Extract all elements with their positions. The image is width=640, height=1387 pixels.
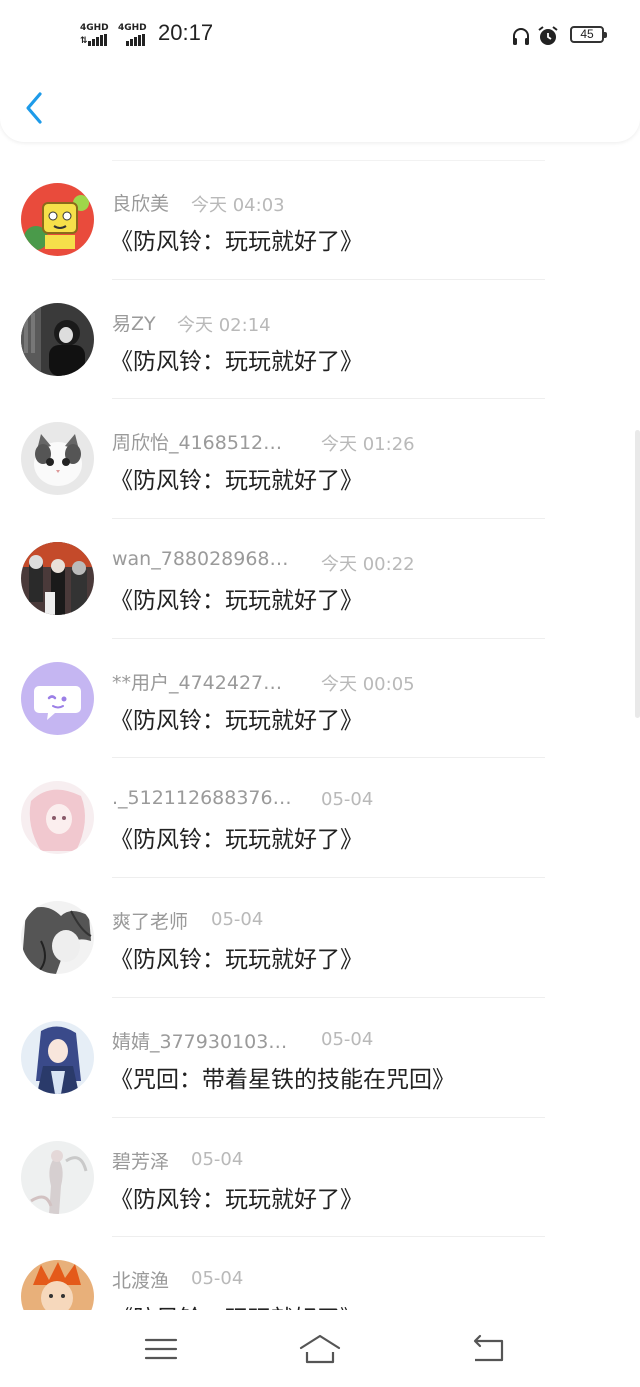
headphones-icon: [513, 28, 529, 45]
message-text: 《防风铃：玩玩就好了》: [110, 1186, 363, 1213]
timestamp: 05-04: [191, 1268, 244, 1290]
user-name: 碧芳泽: [112, 1150, 170, 1173]
avatar[interactable]: [21, 901, 94, 975]
user-name: ._512112688376…: [112, 787, 292, 810]
network-indicator-1: 4GHD ⇅: [80, 23, 109, 46]
status-bar: 4GHD ⇅ 4GHD 20:17 45: [0, 18, 640, 54]
message-text: 《防风铃：玩玩就好了》: [110, 707, 363, 734]
timestamp: 05-04: [321, 789, 374, 811]
avatar[interactable]: [21, 781, 94, 855]
record-list: 良欣美 今天 04:03 《防风铃：玩玩就好了》 易ZY 今天 02:14 《防…: [0, 160, 640, 1310]
system-navbar: [0, 1310, 640, 1387]
network-label-1: 4GHD: [80, 23, 109, 33]
message-text: 《咒回：带着星铁的技能在咒回》: [110, 1066, 455, 1093]
list-item[interactable]: wan_788028968… 今天 00:22 《防风铃：玩玩就好了》: [0, 519, 640, 639]
timestamp: 今天 01:26: [321, 434, 415, 456]
app-header: 4GHD ⇅ 4GHD 20:17 45: [0, 0, 640, 142]
user-name: 北渡渔: [112, 1270, 170, 1293]
list-item[interactable]: 易ZY 今天 02:14 《防风铃：玩玩就好了》: [0, 280, 640, 400]
user-name: 周欣怡_4168512…: [112, 432, 283, 455]
alarm-icon: [538, 26, 558, 45]
list-item[interactable]: 周欣怡_4168512… 今天 01:26 《防风铃：玩玩就好了》: [0, 399, 640, 519]
message-text: 《防风铃：玩玩就好了》: [110, 947, 363, 974]
user-name: 易ZY: [112, 312, 156, 335]
chevron-left-icon[interactable]: [22, 88, 48, 128]
avatar[interactable]: [21, 302, 94, 376]
avatar[interactable]: [21, 1140, 94, 1214]
message-text: 《防风铃：玩玩就好了》: [110, 588, 363, 615]
message-text: 《防风铃：玩玩就好了》: [110, 229, 363, 255]
timestamp: 05-04: [321, 1028, 374, 1050]
network-indicator-2: 4GHD: [118, 23, 147, 46]
back-icon[interactable]: [469, 1332, 509, 1366]
list-item[interactable]: 北渡渔 05-04 《防风铃：玩玩就好了》: [0, 1237, 640, 1310]
message-text: 《防风铃：玩玩就好了》: [110, 468, 363, 495]
avatar[interactable]: [21, 661, 94, 735]
user-name: 爽了老师: [112, 911, 189, 934]
scrollbar[interactable]: [635, 430, 640, 718]
user-name: wan_788028968…: [112, 548, 289, 571]
list-item[interactable]: 婧婧_377930103… 05-04 《咒回：带着星铁的技能在咒回》: [0, 998, 640, 1118]
list-item[interactable]: 碧芳泽 05-04 《防风铃：玩玩就好了》: [0, 1118, 640, 1238]
message-text: 《防风铃：玩玩就好了》: [110, 1299, 363, 1310]
user-name: **用户_4742427…: [112, 671, 283, 694]
message-text: 《防风铃：玩玩就好了》: [110, 348, 363, 375]
battery-icon: 45: [570, 26, 607, 43]
svg-text:⇅: ⇅: [80, 36, 88, 46]
avatar[interactable]: [21, 1020, 94, 1094]
avatar[interactable]: [21, 183, 94, 256]
timestamp: 今天 04:03: [191, 195, 285, 216]
avatar[interactable]: [21, 542, 94, 616]
signal-icon: ⇅: [80, 34, 107, 46]
timestamp: 今天 02:14: [177, 314, 271, 336]
user-name: 婧婧_377930103…: [112, 1030, 288, 1053]
list-item[interactable]: 良欣美 今天 04:03 《防风铃：玩玩就好了》: [0, 160, 640, 280]
user-name: 良欣美: [112, 193, 170, 215]
signal-icon: [126, 34, 145, 46]
list-item[interactable]: 爽了老师 05-04 《防风铃：玩玩就好了》: [0, 878, 640, 998]
avatar[interactable]: [21, 422, 94, 496]
menu-icon[interactable]: [141, 1332, 181, 1366]
clock: 20:17: [158, 20, 214, 45]
list-item[interactable]: **用户_4742427… 今天 00:05 《防风铃：玩玩就好了》: [0, 639, 640, 759]
avatar[interactable]: [21, 1260, 94, 1310]
list-item[interactable]: ._512112688376… 05-04 《防风铃：玩玩就好了》: [0, 758, 640, 878]
timestamp: 05-04: [211, 909, 264, 931]
home-icon[interactable]: [298, 1332, 342, 1366]
timestamp: 05-04: [191, 1148, 244, 1170]
network-label-2: 4GHD: [118, 23, 147, 33]
timestamp: 今天 00:22: [321, 554, 415, 576]
message-text: 《防风铃：玩玩就好了》: [110, 827, 363, 854]
timestamp: 今天 00:05: [321, 673, 415, 695]
